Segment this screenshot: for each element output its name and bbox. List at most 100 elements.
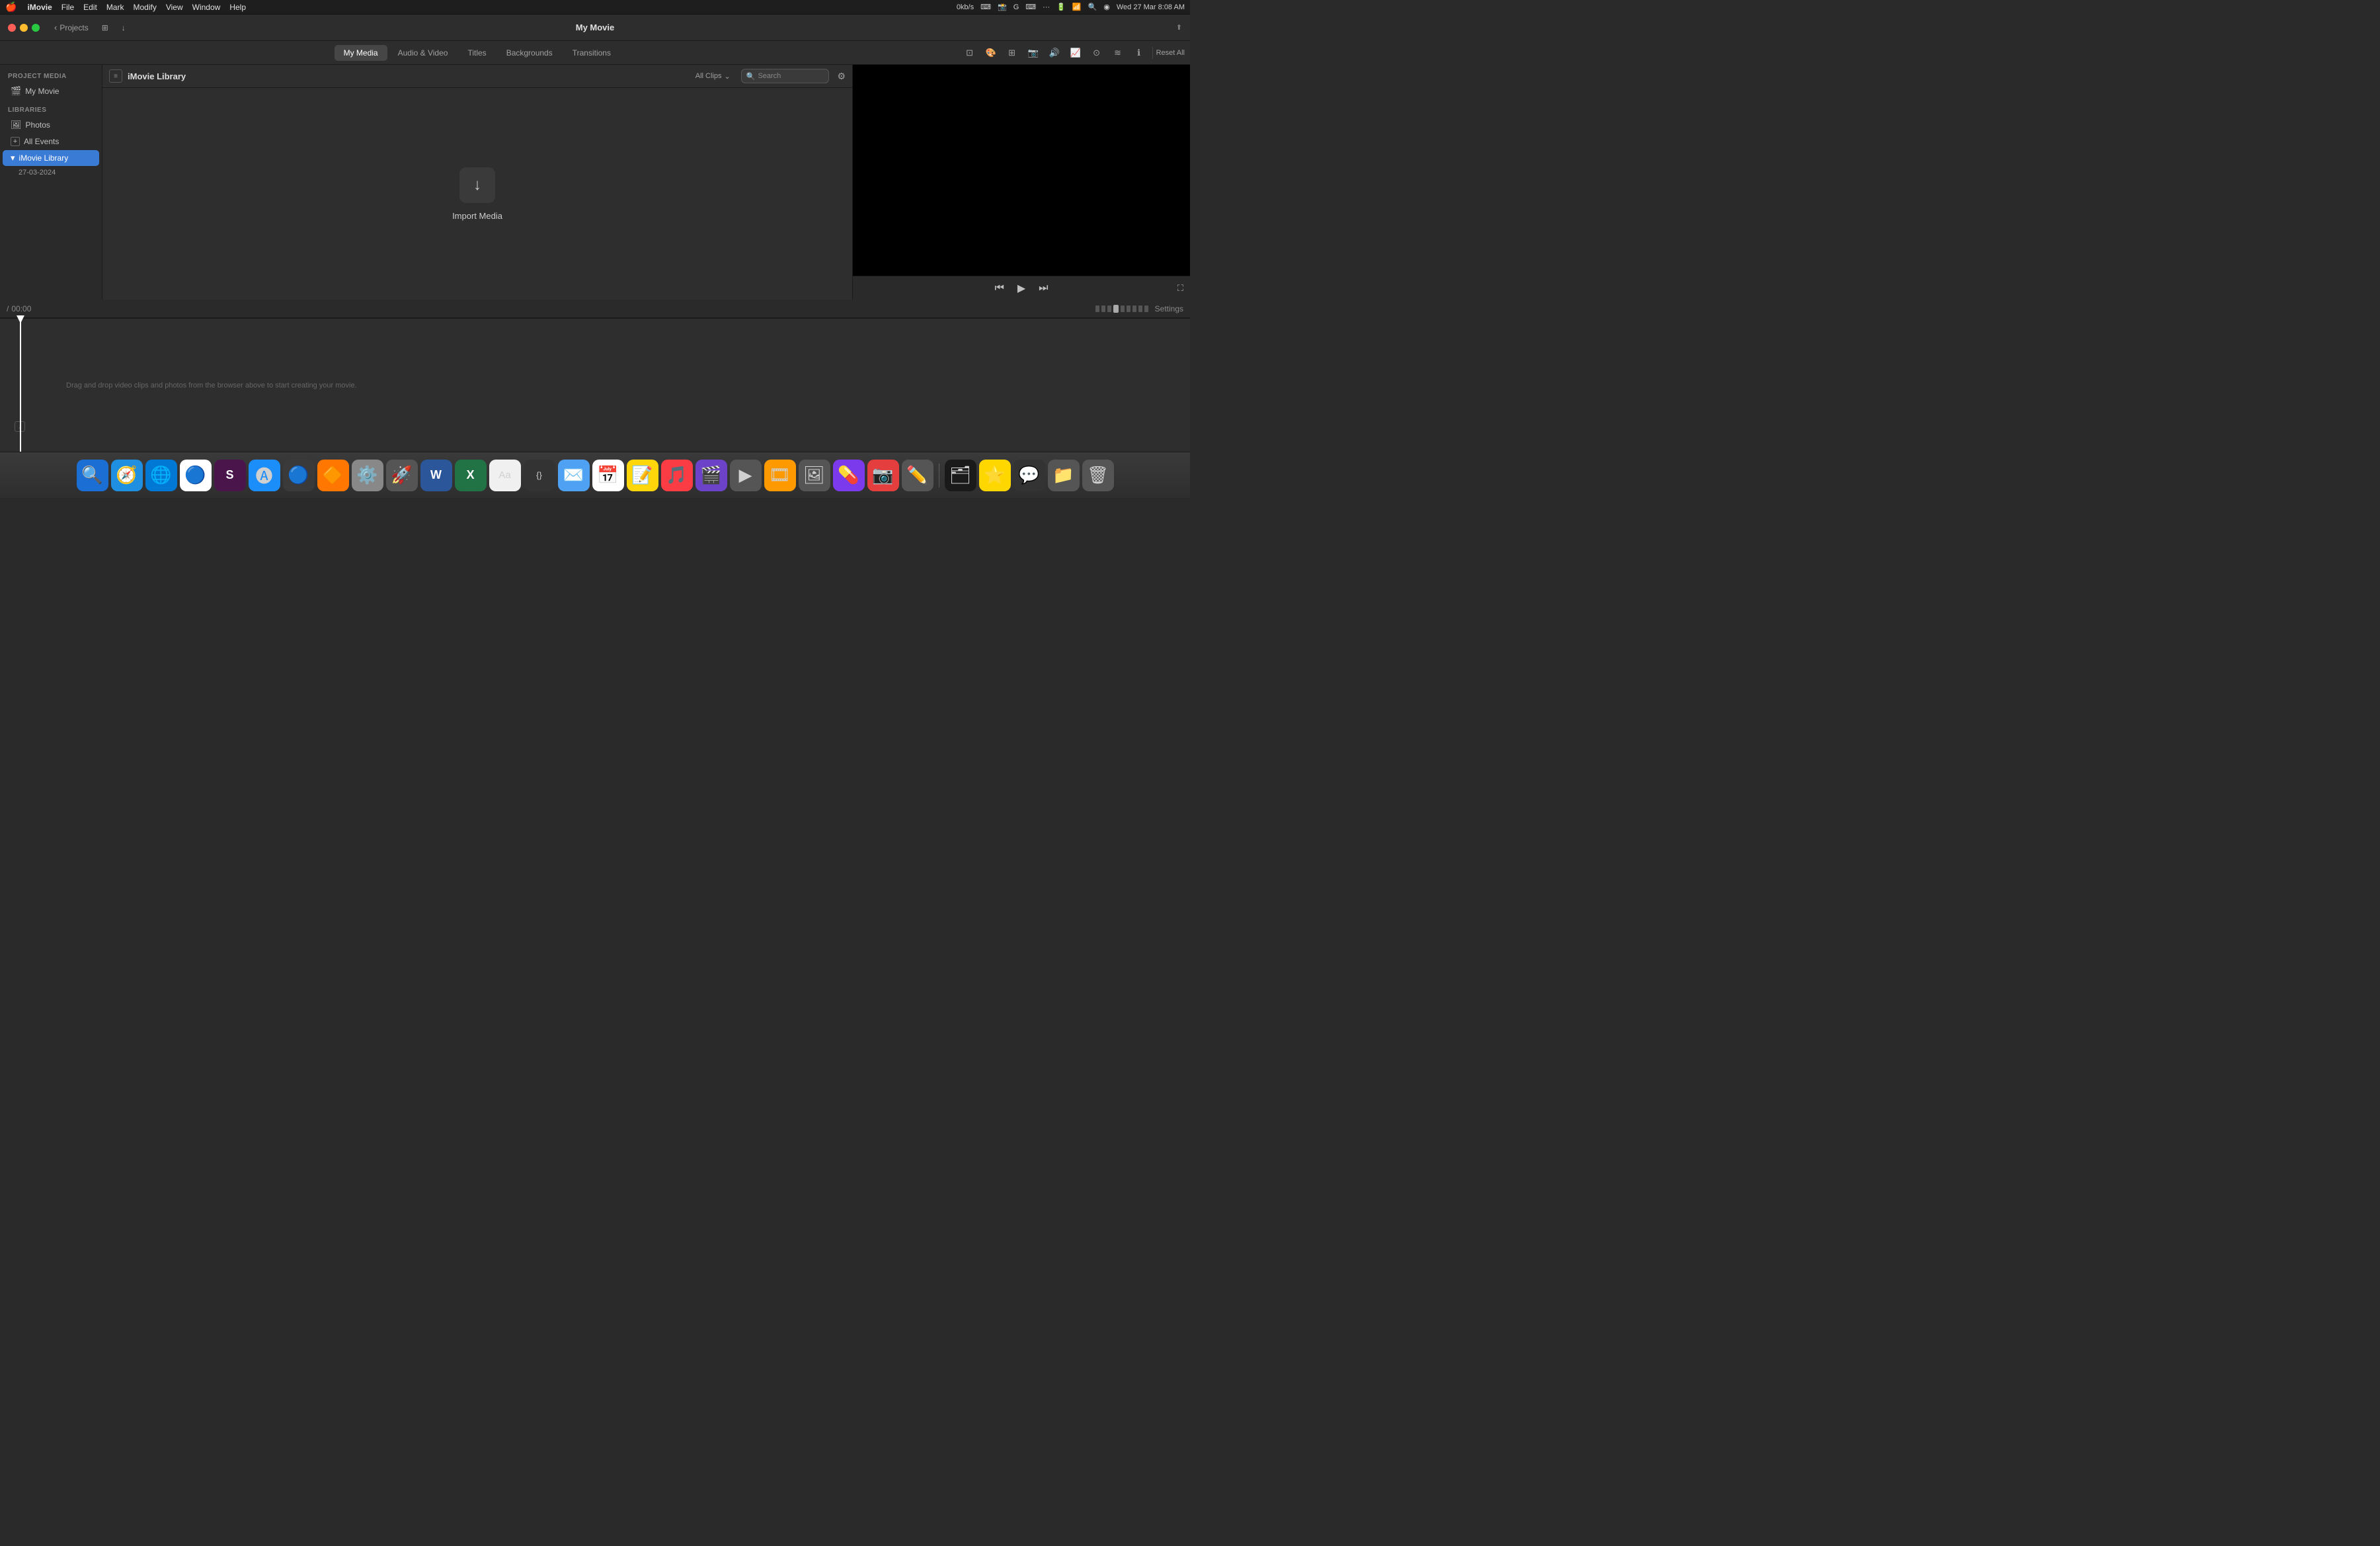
inspector-video-btn[interactable]: 📷 xyxy=(1023,44,1043,62)
menu-modify[interactable]: Modify xyxy=(133,3,156,12)
dock-safari[interactable]: 🧭 xyxy=(111,460,143,491)
dictionary-icon: Aa xyxy=(498,469,510,481)
tab-my-media[interactable]: My Media xyxy=(335,45,387,61)
menu-window[interactable]: Window xyxy=(192,3,221,12)
dock-launchpad[interactable]: 🚀 xyxy=(386,460,418,491)
dock-mail[interactable]: ✉️ xyxy=(558,460,590,491)
fullscreen-button[interactable]: ⛶ xyxy=(1177,283,1183,294)
dock-appstore[interactable]: 🅐 xyxy=(249,460,280,491)
traffic-lights xyxy=(8,24,40,32)
inspector-crop2-btn[interactable]: ⊞ xyxy=(1002,44,1022,62)
menu-view[interactable]: View xyxy=(166,3,183,12)
dock-excel[interactable]: X xyxy=(455,460,487,491)
inspector-audio-btn[interactable]: 🔊 xyxy=(1045,44,1064,62)
menu-imovie[interactable]: iMovie xyxy=(27,3,52,12)
skip-forward-button[interactable]: ⏭ xyxy=(1039,282,1048,294)
timeline-zoom-control[interactable] xyxy=(1095,305,1148,313)
dock-photos[interactable]: 📷 xyxy=(867,460,899,491)
import-media-button[interactable]: ↓ xyxy=(459,167,495,203)
inspector-speed-btn[interactable]: 📈 xyxy=(1066,44,1086,62)
sidebar-item-photos[interactable]: 🖼 Photos xyxy=(3,117,99,133)
tab-backgrounds[interactable]: Backgrounds xyxy=(497,45,562,61)
window-title: My Movie xyxy=(576,22,615,32)
search-input[interactable] xyxy=(758,72,824,80)
browser-title: iMovie Library xyxy=(128,71,690,81)
keyboard2-icon: ⌨ xyxy=(1025,3,1036,11)
sidebar-item-my-movie[interactable]: 🎬 My Movie xyxy=(3,83,99,99)
zoom-seg-5 xyxy=(1127,305,1130,312)
share-button[interactable]: ⬆ xyxy=(1176,23,1182,32)
tab-transitions[interactable]: Transitions xyxy=(563,45,620,61)
search-menubar-icon[interactable]: 🔍 xyxy=(1088,3,1097,11)
battery-icon: 🔋 xyxy=(1056,3,1066,11)
menu-edit[interactable]: Edit xyxy=(83,3,97,12)
menubar-right: 0kb/s ⌨ 📸 G ⌨ ··· 🔋 📶 🔍 ◉ Wed 27 Mar 8:0… xyxy=(957,3,1185,11)
main-content: PROJECT MEDIA 🎬 My Movie LIBRARIES 🖼 Pho… xyxy=(0,65,1190,300)
sidebar: PROJECT MEDIA 🎬 My Movie LIBRARIES 🖼 Pho… xyxy=(0,65,102,300)
dock-amphetamine[interactable]: 💊 xyxy=(833,460,865,491)
inspector-color-btn[interactable]: 🎨 xyxy=(981,44,1001,62)
inspector-noise-btn[interactable]: ≋ xyxy=(1108,44,1128,62)
dock-music[interactable]: 🎵 xyxy=(661,460,693,491)
sidebar-item-all-events[interactable]: + All Events xyxy=(3,134,99,149)
minimize-button[interactable] xyxy=(20,24,28,32)
all-events-icon: + xyxy=(11,137,20,146)
skip-back-button[interactable]: ⏮ xyxy=(994,282,1004,294)
dock-sysprefs[interactable]: ⚙️ xyxy=(352,460,383,491)
dock-finder2[interactable]: 📁 xyxy=(1048,460,1080,491)
close-button[interactable] xyxy=(8,24,16,32)
dock-finder[interactable]: 🔍 xyxy=(77,460,108,491)
grammarly-icon: G xyxy=(1013,3,1019,11)
zoom-handle[interactable] xyxy=(1113,305,1119,313)
dock-vlc[interactable]: 🔶 xyxy=(317,460,349,491)
dock-starred[interactable]: ⭐ xyxy=(979,460,1011,491)
dock-slack[interactable]: S xyxy=(214,460,246,491)
sysprefs-icon: ⚙️ xyxy=(356,465,377,485)
add-clip-icon: ⊞ xyxy=(102,23,108,32)
play-button[interactable]: ▶ xyxy=(1017,282,1025,295)
timeline-settings-label[interactable]: Settings xyxy=(1155,304,1183,313)
maximize-button[interactable] xyxy=(32,24,40,32)
browser-filter-dropdown[interactable]: All Clips ⌄ xyxy=(695,72,731,81)
zoom-seg-2 xyxy=(1101,305,1105,312)
dock-img2[interactable]: 🗂 xyxy=(945,460,976,491)
menu-mark[interactable]: Mark xyxy=(106,3,124,12)
dock-edge[interactable]: 🌐 xyxy=(145,460,177,491)
dock-screenflow[interactable]: ▶ xyxy=(730,460,762,491)
dock-dash[interactable]: {} xyxy=(524,460,555,491)
dock-calendar[interactable]: 📅 xyxy=(592,460,624,491)
inspector-stabilize-btn[interactable]: ⊙ xyxy=(1087,44,1107,62)
siri-icon[interactable]: ◉ xyxy=(1103,3,1110,11)
dock-chrome[interactable]: 🔵 xyxy=(180,460,212,491)
dock-word[interactable]: W xyxy=(420,460,452,491)
zoom-seg-6 xyxy=(1132,305,1136,312)
dock-app2[interactable]: 🔵 xyxy=(283,460,315,491)
tab-audio-video[interactable]: Audio & Video xyxy=(389,45,457,61)
tab-titles[interactable]: Titles xyxy=(458,45,495,61)
sidebar-item-imovie-library[interactable]: ▾ iMovie Library xyxy=(3,150,99,166)
browser-search-bar[interactable]: 🔍 xyxy=(741,69,830,83)
amphetamine-icon: 💊 xyxy=(838,465,859,485)
inspector-info-btn[interactable]: ℹ xyxy=(1129,44,1149,62)
browser-toggle-btn[interactable]: ≡ xyxy=(109,69,122,83)
dock-imovie[interactable]: 🎬 xyxy=(695,460,727,491)
browser-settings-icon[interactable]: ⚙ xyxy=(837,71,846,82)
dock-claquette[interactable]: 🎞 xyxy=(764,460,796,491)
inspector-crop-btn[interactable]: ⊡ xyxy=(960,44,980,62)
dock-notes[interactable]: 📝 xyxy=(627,460,658,491)
dock-trash[interactable]: 🗑 xyxy=(1082,460,1114,491)
download-button[interactable]: ↓ xyxy=(118,21,130,34)
projects-back-button[interactable]: ‹ Projects xyxy=(50,20,93,34)
reset-all-button[interactable]: Reset All xyxy=(1156,49,1185,57)
dock-imessage[interactable]: 💬 xyxy=(1013,460,1045,491)
chrome-icon: 🔵 xyxy=(184,465,206,485)
menu-file[interactable]: File xyxy=(61,3,74,12)
browser-content: ↓ Import Media xyxy=(102,88,852,300)
add-clip-button[interactable]: ⊞ xyxy=(98,21,112,34)
apple-menu[interactable]: 🍎 xyxy=(5,1,17,13)
dock-preview[interactable]: 🖼 xyxy=(799,460,830,491)
menu-help[interactable]: Help xyxy=(229,3,246,12)
sidebar-item-date[interactable]: 27-03-2024 xyxy=(0,167,102,179)
dock-pixelmator[interactable]: ✏️ xyxy=(902,460,933,491)
dock-dictionary[interactable]: Aa xyxy=(489,460,521,491)
